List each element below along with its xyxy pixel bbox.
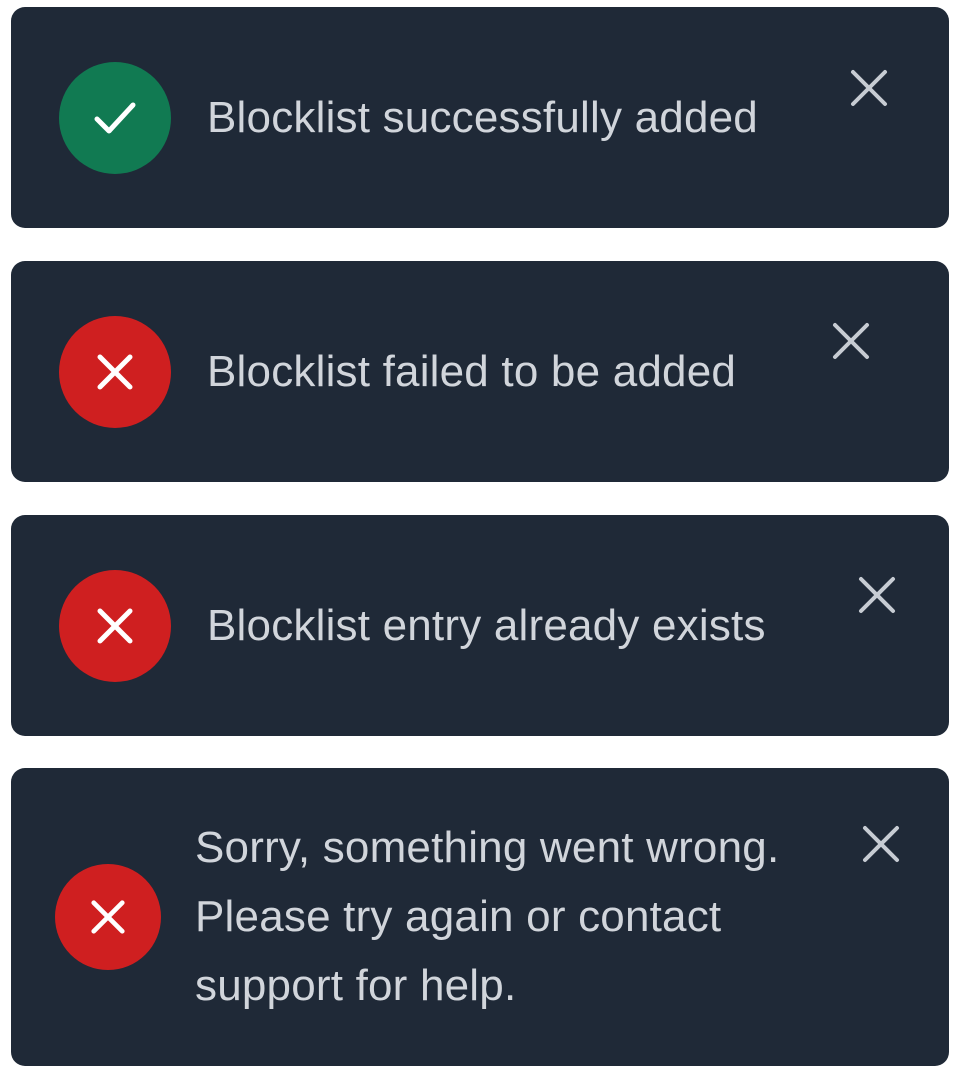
close-button[interactable] xyxy=(845,64,893,112)
toast-success: Blocklist successfully added xyxy=(11,7,949,228)
error-status-badge xyxy=(59,316,171,428)
close-button[interactable] xyxy=(857,820,905,868)
error-status-badge xyxy=(59,570,171,682)
check-icon xyxy=(94,102,136,134)
close-icon[interactable] xyxy=(849,68,889,108)
error-status-badge xyxy=(55,864,161,970)
toast-error: Sorry, something went wrong. Please try … xyxy=(11,768,949,1066)
x-icon xyxy=(97,354,133,390)
close-button[interactable] xyxy=(853,571,901,619)
success-status-badge xyxy=(59,62,171,174)
close-button[interactable] xyxy=(827,317,875,365)
toast-message: Blocklist successfully added xyxy=(207,93,758,142)
close-icon[interactable] xyxy=(831,321,871,361)
close-icon[interactable] xyxy=(857,575,897,615)
toast-message: Blocklist failed to be added xyxy=(207,347,737,396)
x-icon xyxy=(97,608,133,644)
toast-message: Sorry, something went wrong. Please try … xyxy=(195,823,780,1010)
x-icon xyxy=(91,900,125,934)
close-icon[interactable] xyxy=(861,824,901,864)
toast-message: Blocklist entry already exists xyxy=(207,601,766,650)
toast-error: Blocklist failed to be added xyxy=(11,261,949,482)
toast-error: Blocklist entry already exists xyxy=(11,515,949,736)
